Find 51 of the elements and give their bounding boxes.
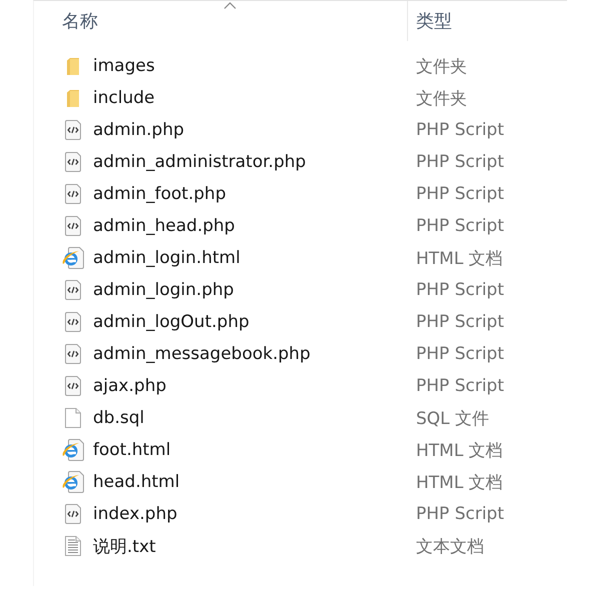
file-name[interactable]: admin_login.php <box>93 280 416 300</box>
file-type: PHP Script <box>416 216 504 236</box>
e-document-icon <box>62 471 84 493</box>
file-name[interactable]: admin_messagebook.php <box>93 344 416 364</box>
code-file-icon <box>65 312 81 332</box>
file-name[interactable]: images <box>93 56 416 76</box>
file-type: 文件夹 <box>416 88 467 110</box>
code-file-icon <box>65 376 81 396</box>
code-file-icon <box>65 504 81 524</box>
file-type: PHP Script <box>416 280 504 300</box>
blank-file-icon <box>65 408 81 428</box>
folder-icon <box>67 90 79 106</box>
file-type: PHP Script <box>416 344 504 364</box>
file-type: PHP Script <box>416 376 504 396</box>
file-name[interactable]: include <box>93 88 416 108</box>
code-file-icon <box>65 184 81 204</box>
e-document-icon <box>62 247 84 269</box>
type-column-header[interactable]: 类型 <box>407 1 567 41</box>
file-name[interactable]: index.php <box>93 504 416 524</box>
text-file-icon <box>65 536 81 556</box>
file-name[interactable]: ajax.php <box>93 376 416 396</box>
file-name[interactable]: foot.html <box>93 440 416 460</box>
file-type: PHP Script <box>416 312 504 332</box>
file-type: HTML 文档 <box>416 440 503 462</box>
file-name[interactable]: admin_head.php <box>93 216 416 236</box>
code-file-icon <box>65 280 81 300</box>
file-name[interactable]: admin_foot.php <box>93 184 416 204</box>
code-file-icon <box>65 152 81 172</box>
file-name[interactable]: admin_logOut.php <box>93 312 416 332</box>
code-file-icon <box>65 344 81 364</box>
file-type: 文件夹 <box>416 56 467 78</box>
code-file-icon <box>65 216 81 236</box>
file-name[interactable]: head.html <box>93 472 416 492</box>
file-name[interactable]: db.sql <box>93 408 416 428</box>
file-type: 文本文档 <box>416 536 484 558</box>
folder-icon <box>67 58 79 74</box>
name-column-header[interactable]: 名称 <box>34 1 407 41</box>
e-document-icon <box>62 439 84 461</box>
code-file-icon <box>65 120 81 140</box>
file-name[interactable]: 说明.txt <box>93 534 416 558</box>
file-type: PHP Script <box>416 184 504 204</box>
file-type: HTML 文档 <box>416 472 503 494</box>
sort-caret-icon <box>224 2 236 9</box>
file-name[interactable]: admin_login.html <box>93 248 416 268</box>
file-type: HTML 文档 <box>416 248 503 270</box>
file-type: SQL 文件 <box>416 408 490 430</box>
file-name[interactable]: admin.php <box>93 120 416 140</box>
file-type: PHP Script <box>416 120 504 140</box>
file-name[interactable]: admin_administrator.php <box>93 152 416 172</box>
file-type: PHP Script <box>416 152 504 172</box>
file-type: PHP Script <box>416 504 504 524</box>
